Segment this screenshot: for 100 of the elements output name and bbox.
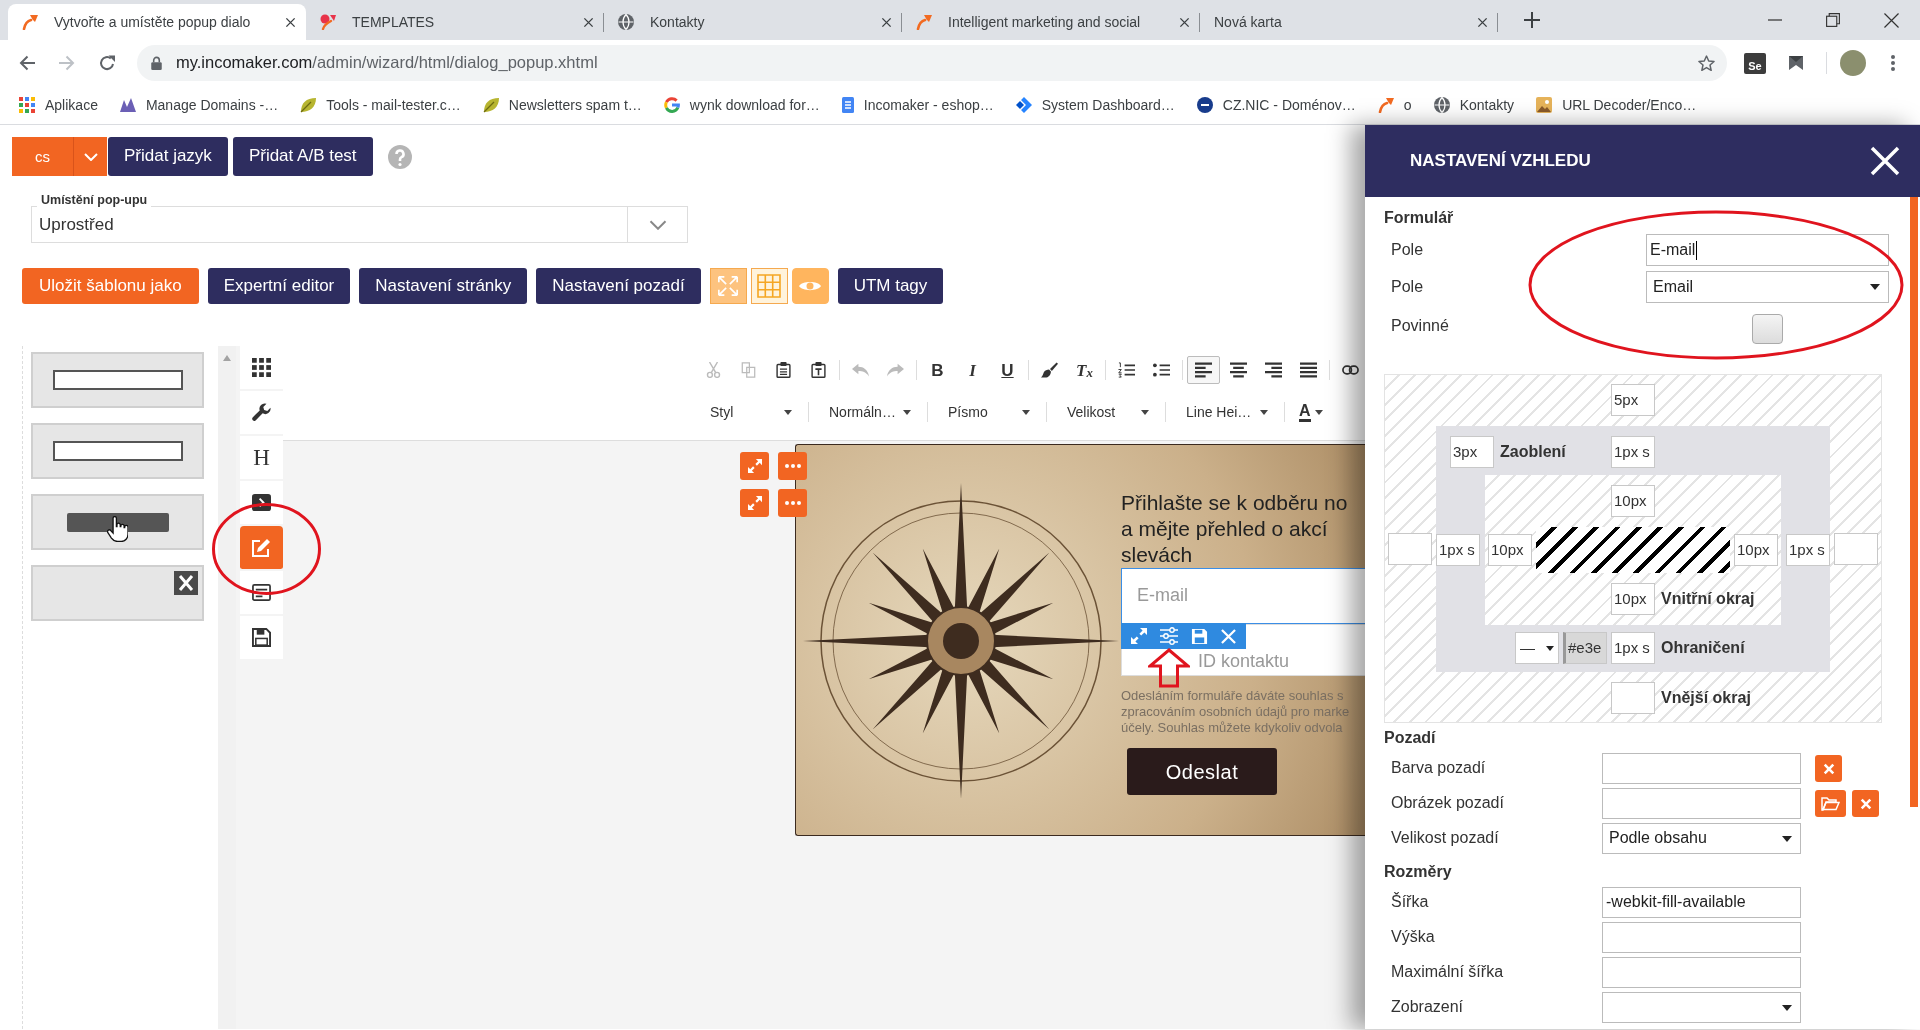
clear-button[interactable] bbox=[1852, 790, 1879, 817]
font-dropdown[interactable]: Písmo bbox=[938, 398, 1036, 427]
browser-tab[interactable]: Nová karta bbox=[1200, 4, 1498, 40]
clear-button[interactable] bbox=[1815, 755, 1842, 782]
submit-button[interactable]: Odeslat bbox=[1127, 748, 1277, 796]
reload-icon[interactable] bbox=[99, 55, 115, 71]
scrollbar-thumb[interactable] bbox=[1910, 197, 1918, 807]
fullscreen-button[interactable] bbox=[709, 268, 747, 305]
more-button[interactable] bbox=[778, 489, 807, 518]
move-button[interactable] bbox=[740, 489, 769, 518]
settings-button[interactable] bbox=[240, 391, 283, 437]
select-field[interactable]: Podle obsahu bbox=[1602, 823, 1801, 854]
grid-button[interactable] bbox=[750, 268, 788, 305]
text-field[interactable]: 1px s bbox=[1611, 632, 1655, 664]
text-field[interactable]: -webkit-fill-available bbox=[1602, 887, 1801, 918]
language-dropdown-button[interactable] bbox=[73, 137, 107, 176]
align-left-button[interactable] bbox=[1187, 356, 1220, 385]
save-button[interactable] bbox=[240, 616, 283, 662]
bookmark-item[interactable]: Aplikace bbox=[19, 95, 98, 115]
bookmark-item[interactable]: Kontakty bbox=[1433, 95, 1515, 115]
browse-button[interactable] bbox=[1815, 790, 1846, 817]
browser-tab[interactable]: Vytvořte a umístěte popup dialo bbox=[8, 4, 306, 40]
block-tile[interactable] bbox=[31, 565, 204, 622]
star-icon[interactable] bbox=[1698, 54, 1715, 72]
bookmark-item[interactable]: Tools - mail-tester.c… bbox=[300, 95, 461, 115]
color-field[interactable]: #e3e bbox=[1563, 632, 1607, 664]
text-color-button[interactable]: A bbox=[1295, 398, 1327, 427]
bookmark-item[interactable]: Incomaker - eshop… bbox=[841, 95, 994, 115]
close-button[interactable] bbox=[1870, 146, 1900, 176]
browser-tab[interactable]: Kontakty bbox=[604, 4, 902, 40]
clear-format-button[interactable]: T$_{x}$ bbox=[1068, 356, 1101, 385]
text-field[interactable]: 10px bbox=[1611, 485, 1655, 517]
help-icon[interactable] bbox=[387, 144, 412, 169]
menu-icon[interactable] bbox=[1891, 55, 1895, 71]
move-icon[interactable] bbox=[1131, 628, 1148, 645]
scrollbar[interactable] bbox=[218, 346, 236, 1029]
italic-button[interactable]: I bbox=[956, 356, 989, 385]
style-dropdown[interactable]: Styl bbox=[700, 398, 798, 427]
block-tile[interactable] bbox=[31, 494, 204, 551]
text-field[interactable]: 5px bbox=[1611, 384, 1655, 416]
text-field[interactable] bbox=[1602, 753, 1801, 784]
move-button[interactable] bbox=[740, 452, 769, 481]
browser-tab[interactable]: Intelligent marketing and social bbox=[902, 4, 1200, 40]
placement-select[interactable]: Uprostřed bbox=[31, 206, 688, 244]
action-button[interactable]: UTM tagy bbox=[837, 268, 944, 305]
add-ab-test-button[interactable]: Přidat A/B test bbox=[232, 137, 373, 176]
back-icon[interactable] bbox=[19, 55, 35, 71]
line-height-dropdown[interactable]: Line Hei… bbox=[1176, 398, 1274, 427]
action-button[interactable]: Expertní editor bbox=[207, 268, 351, 305]
card-button[interactable] bbox=[240, 481, 283, 527]
browser-tab[interactable]: TEMPLATES bbox=[306, 4, 604, 40]
text-field[interactable]: 1px s bbox=[1786, 534, 1830, 566]
block-tile[interactable] bbox=[31, 352, 204, 409]
checkbox[interactable] bbox=[1752, 314, 1783, 344]
text-field[interactable] bbox=[1834, 533, 1878, 565]
action-button[interactable]: Nastavení pozadí bbox=[536, 268, 701, 305]
bookmark-item[interactable]: URL Decoder/Enco… bbox=[1536, 95, 1697, 115]
bookmark-item[interactable]: System Dashboard… bbox=[1015, 95, 1175, 115]
sliders-icon[interactable] bbox=[1160, 627, 1179, 646]
text-field[interactable]: 1px s bbox=[1436, 534, 1480, 566]
close-icon[interactable] bbox=[1179, 16, 1190, 28]
select-field[interactable] bbox=[1602, 992, 1801, 1023]
close-icon[interactable] bbox=[285, 16, 296, 28]
text-field[interactable] bbox=[1611, 682, 1655, 714]
scroll-up-icon[interactable] bbox=[223, 355, 231, 362]
more-button[interactable] bbox=[778, 452, 807, 481]
action-button[interactable]: Nastavení stránky bbox=[359, 268, 528, 305]
bookmark-item[interactable]: CZ.NIC - Doménov… bbox=[1196, 95, 1356, 115]
save-icon[interactable] bbox=[1190, 627, 1208, 645]
bookmark-item[interactable]: wynk download for… bbox=[663, 95, 820, 115]
text-field[interactable] bbox=[1602, 922, 1801, 953]
text-field[interactable]: 10px bbox=[1611, 583, 1655, 615]
extension-button[interactable]: Se bbox=[1744, 52, 1766, 74]
close-icon[interactable] bbox=[1477, 16, 1488, 28]
avatar-icon[interactable] bbox=[1840, 50, 1866, 76]
bookmark-flag-icon[interactable] bbox=[1788, 55, 1804, 71]
close-icon[interactable] bbox=[881, 16, 892, 28]
text-field[interactable] bbox=[1602, 957, 1801, 988]
close-icon[interactable] bbox=[1883, 12, 1899, 28]
text-field[interactable]: 1px s bbox=[1611, 436, 1655, 468]
text-field[interactable]: E-mail bbox=[1646, 234, 1889, 266]
heading-button[interactable]: H bbox=[240, 436, 283, 482]
text-field[interactable]: 10px bbox=[1488, 534, 1532, 566]
bookmark-item[interactable]: Newsletters spam t… bbox=[482, 95, 642, 115]
add-language-button[interactable]: Přidat jazyk bbox=[108, 137, 228, 176]
address-bar[interactable]: my.incomaker.com/admin/wizard/html/dialog_popup.xhtml bbox=[137, 45, 1727, 81]
form-button[interactable] bbox=[240, 571, 283, 617]
bookmark-item[interactable]: o bbox=[1377, 95, 1412, 115]
underline-button[interactable]: U bbox=[991, 356, 1024, 385]
maximize-icon[interactable] bbox=[1826, 13, 1840, 27]
text-field[interactable] bbox=[1388, 533, 1432, 565]
select-field[interactable]: — bbox=[1515, 632, 1559, 664]
close-icon[interactable] bbox=[583, 16, 594, 28]
format-dropdown[interactable]: Normáln… bbox=[819, 398, 917, 427]
text-field[interactable]: 10px bbox=[1734, 534, 1778, 566]
bold-button[interactable]: B bbox=[921, 356, 954, 385]
block-tile[interactable] bbox=[31, 423, 204, 480]
size-dropdown[interactable]: Velikost bbox=[1057, 398, 1155, 427]
select-field[interactable]: Email bbox=[1646, 271, 1889, 303]
forward-icon[interactable] bbox=[59, 55, 75, 71]
